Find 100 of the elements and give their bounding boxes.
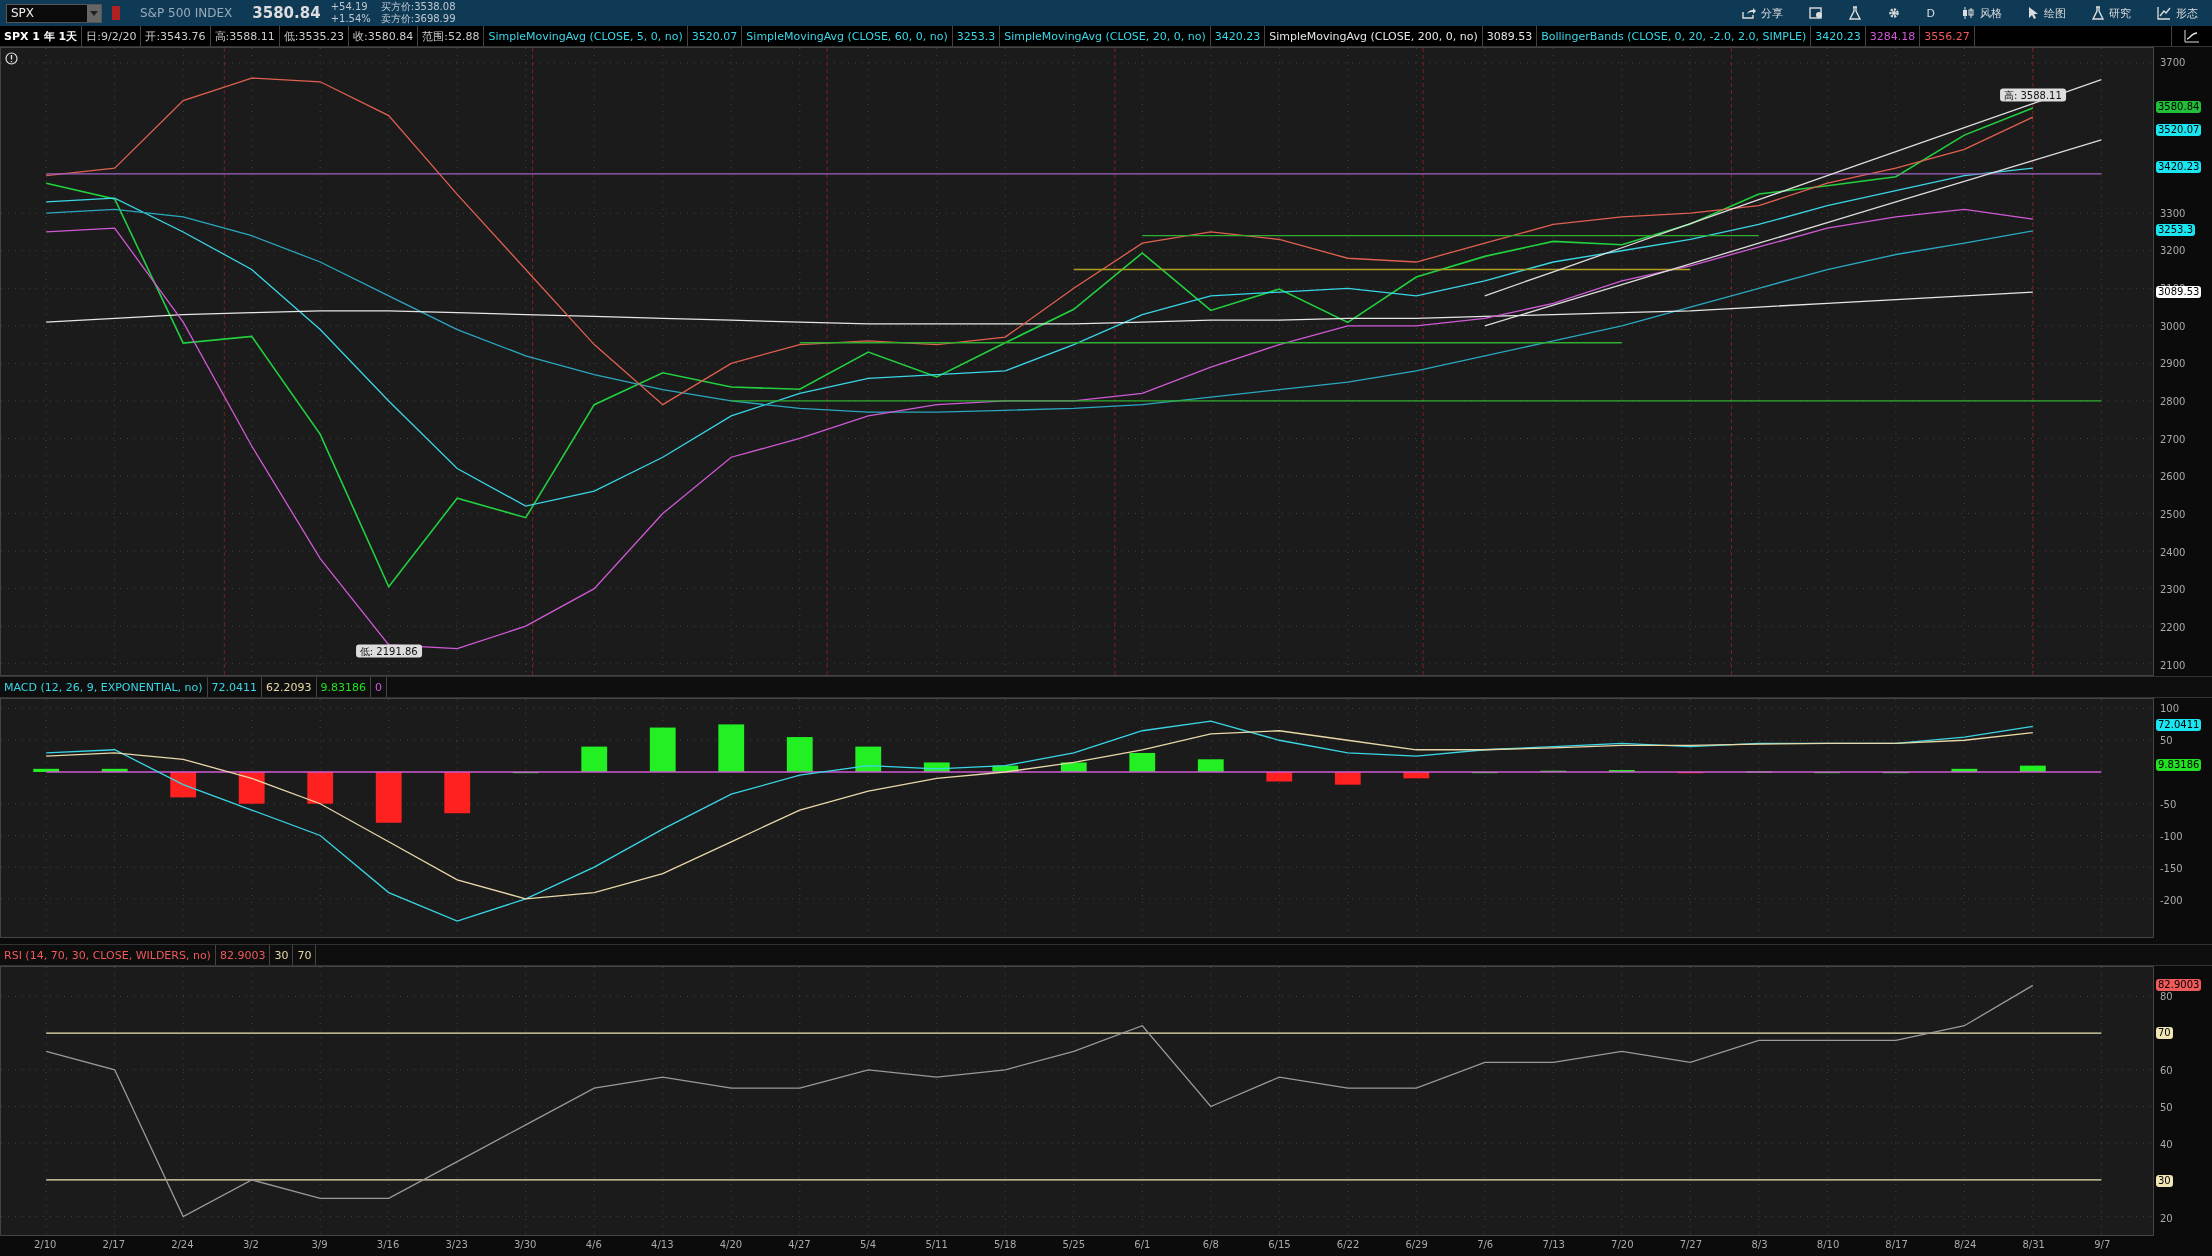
last-price: 3580.84 (252, 4, 321, 22)
axis-label: 2/24 (171, 1239, 194, 1250)
axis-label: 2/10 (34, 1239, 57, 1250)
value-tag: 72.0411 (2156, 719, 2202, 732)
legend-text: 72.0411 (207, 677, 263, 697)
chart-title: SPX 1 年 1天 (0, 26, 83, 46)
axis-label: 6/8 (1202, 1239, 1219, 1250)
axis-label: 3300 (2160, 207, 2186, 219)
axis-label: 8/24 (1953, 1239, 1977, 1250)
axis-label: -200 (2160, 894, 2183, 906)
percent-change: +1.54% (330, 13, 371, 25)
axis-label: 2400 (2160, 546, 2186, 558)
value-tag: 3580.84 (2156, 100, 2202, 113)
value-tag: 3520.07 (2156, 123, 2202, 136)
quote-field: 低:3535.23 (279, 26, 349, 46)
axis-label: 2600 (2160, 470, 2186, 482)
value-tag: 3253.3 (2156, 224, 2195, 237)
axis-label: -100 (2160, 830, 2183, 842)
axis-label: 4/27 (788, 1239, 811, 1250)
study-label: SimpleMovingAvg (CLOSE, 200, 0, no) (1265, 26, 1483, 46)
value-tag: 3089.53 (2156, 286, 2202, 298)
axis-label: 7/6 (1477, 1239, 1494, 1250)
bid-price: 买方价:3538.08 (380, 1, 456, 13)
axis-label: 20 (2160, 1212, 2173, 1223)
axis-label: 100 (2160, 702, 2180, 714)
study-label: 3089.53 (1482, 26, 1538, 46)
legend-text: 0 (371, 677, 388, 697)
axis-label: 7/13 (1542, 1239, 1565, 1250)
axis-label: 3/23 (445, 1239, 468, 1250)
quote-field: 收:3580.84 (349, 26, 419, 46)
axis-label: 2300 (2160, 583, 2186, 595)
axis-label: 2700 (2160, 433, 2186, 445)
axis-label: 3200 (2160, 244, 2186, 256)
axis-label: 2900 (2160, 357, 2186, 369)
legend-text: 30 (270, 945, 294, 965)
quote-field: 日:9/2/20 (82, 26, 142, 46)
axis-label: 8/31 (2022, 1239, 2045, 1250)
legend-text: RSI (14, 70, 30, CLOSE, WILDERS, no) (0, 945, 216, 965)
legend-text: MACD (12, 26, 9, EXPONENTIAL, no) (0, 677, 208, 697)
study-label: 3253.3 (952, 26, 1001, 46)
study-label: 3420.23 (1210, 26, 1266, 46)
axis-label: 6/29 (1405, 1239, 1428, 1250)
legend-text: 82.9003 (215, 945, 271, 965)
axis-label: 7/27 (1679, 1239, 1703, 1250)
axis-label: 3/30 (513, 1239, 537, 1250)
axis-label: 40 (2160, 1138, 2173, 1150)
legend-text: 62.2093 (262, 677, 317, 697)
axis-label: 50 (2160, 734, 2173, 746)
axis-label: 4/13 (651, 1239, 674, 1250)
axis-label: 50 (2160, 1101, 2173, 1113)
axis-label: 4/6 (585, 1239, 602, 1250)
value-tag: 3420.23 (2156, 161, 2202, 174)
value-tag: 70 (2156, 1026, 2173, 1039)
axis-label: 8/3 (1751, 1239, 1768, 1250)
axis-label: 80 (2160, 990, 2173, 1002)
value-tag: 9.83186 (2156, 759, 2202, 772)
axis-label: 6/1 (1134, 1239, 1151, 1250)
axis-label: 3/9 (311, 1239, 328, 1250)
study-label: 3556.27 (1920, 26, 1975, 46)
axis-label: 5/25 (1062, 1239, 1085, 1250)
study-label: 3520.07 (687, 26, 743, 46)
study-label: 3420.23 (1811, 26, 1866, 46)
legend-text: 9.83186 (316, 677, 372, 697)
study-label: SimpleMovingAvg (CLOSE, 20, 0, no) (1000, 26, 1211, 46)
value-tag: 30 (2156, 1174, 2173, 1187)
axis-label: 5/4 (860, 1239, 877, 1250)
axis-label: 7/20 (1611, 1239, 1634, 1250)
axis-label: 2/17 (102, 1239, 126, 1250)
symbol-description: S&P 500 INDEX (140, 6, 233, 20)
axis-label: 5/18 (993, 1239, 1017, 1250)
study-label: SimpleMovingAvg (CLOSE, 60, 0, no) (742, 26, 953, 46)
price-callout: 高: 3588.11 (1999, 88, 2066, 102)
value-tag: 82.9003 (2156, 978, 2202, 991)
legend-text: 70 (293, 945, 317, 965)
axis-label: 4/20 (719, 1239, 743, 1250)
axis-label: 5/11 (925, 1239, 948, 1250)
axis-label: 6/15 (1268, 1239, 1291, 1250)
quote-field: 高:3588.11 (210, 26, 280, 46)
axis-label: 3/16 (376, 1239, 400, 1250)
price-callout: 低: 2191.86 (355, 644, 422, 658)
quote-field: 开:3543.76 (141, 26, 211, 46)
study-label: SimpleMovingAvg (CLOSE, 5, 0, no) (484, 26, 688, 46)
quote-field: 范围:52.88 (418, 26, 485, 46)
axis-label: 8/10 (1816, 1239, 1840, 1250)
axis-label: 2100 (2160, 659, 2186, 671)
ask-price: 卖方价:3698.99 (380, 13, 456, 25)
axis-label: -50 (2160, 798, 2177, 810)
axis-label: -150 (2160, 862, 2183, 874)
axis-label: 8/17 (1885, 1239, 1908, 1250)
axis-label: 2500 (2160, 508, 2186, 520)
price-change: +54.19 (330, 1, 369, 13)
axis-label: 3/2 (242, 1239, 259, 1250)
axis-label: 2800 (2160, 395, 2186, 407)
axis-label: 3700 (2160, 56, 2186, 68)
axis-label: 60 (2160, 1064, 2173, 1076)
study-label: BollingerBands (CLOSE, 0, 20, -2.0, 2.0, SIMPLE) (1537, 26, 1812, 46)
axis-label: 3000 (2160, 320, 2186, 332)
axis-label: 6/22 (1336, 1239, 1360, 1250)
axis-label: 2200 (2160, 621, 2186, 633)
axis-label: 9/7 (2094, 1239, 2111, 1250)
